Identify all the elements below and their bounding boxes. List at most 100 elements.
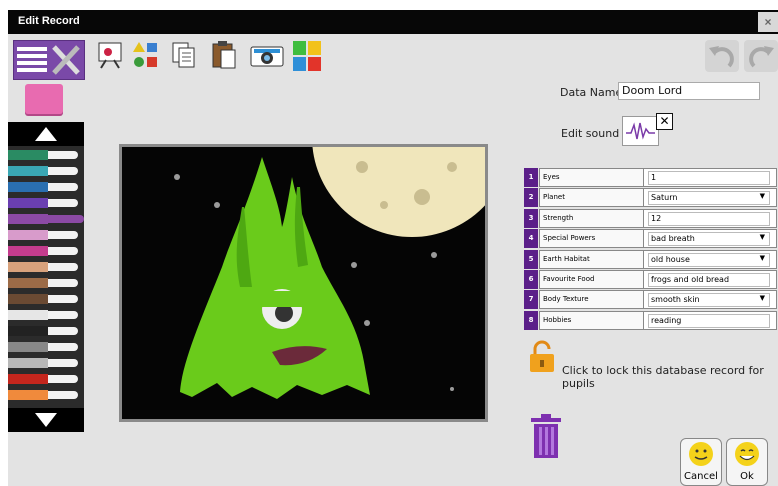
colour-marker[interactable] <box>8 166 80 176</box>
field-value-cell: Saturn ▼ <box>643 188 777 208</box>
field-row: 8 Hobbies reading <box>524 310 778 331</box>
field-number: 3 <box>524 208 538 228</box>
field-row: 6 Favourite Food frogs and old bread <box>524 269 778 290</box>
field-value-cell: 12 <box>643 208 777 228</box>
redo-button[interactable] <box>744 40 778 72</box>
field-select[interactable]: old house ▼ <box>648 252 770 267</box>
colour-marker[interactable] <box>8 390 80 400</box>
dropdown-arrow-icon: ▼ <box>759 294 765 303</box>
dropdown-arrow-icon: ▼ <box>759 253 765 262</box>
field-input[interactable]: 12 <box>648 211 770 226</box>
field-input[interactable]: reading <box>648 313 770 328</box>
edit-record-dialog: Edit Record × Data Name: Doom Lord Edit … <box>8 10 778 486</box>
marker-body <box>8 326 48 336</box>
marker-body <box>8 198 48 208</box>
ok-button[interactable]: Ok <box>726 438 768 486</box>
cancel-label: Cancel <box>684 471 718 482</box>
colour-squares-button[interactable] <box>292 40 321 71</box>
palette-scroll-up-button[interactable] <box>8 122 84 146</box>
field-name: Planet <box>539 188 645 208</box>
cancel-button[interactable]: Cancel <box>680 438 722 486</box>
colour-marker[interactable] <box>8 262 80 272</box>
colour-marker[interactable] <box>8 214 84 224</box>
up-arrow-icon <box>35 127 57 141</box>
camera-button[interactable] <box>250 40 284 70</box>
marker-body <box>8 262 48 272</box>
edit-picture-button[interactable] <box>96 40 124 70</box>
copy-button[interactable] <box>170 40 198 70</box>
padlock-icon <box>530 340 554 372</box>
marker-body <box>8 166 48 176</box>
close-button[interactable]: × <box>758 12 778 32</box>
colour-marker[interactable] <box>8 198 80 208</box>
lock-record-button[interactable] <box>529 340 555 374</box>
marker-cap <box>48 375 78 383</box>
field-number: 4 <box>524 229 538 249</box>
field-select-value: bad breath <box>651 234 695 244</box>
colour-marker[interactable] <box>8 326 80 336</box>
field-select[interactable]: bad breath ▼ <box>648 232 770 247</box>
colour-marker[interactable] <box>8 358 80 368</box>
field-name: Favourite Food <box>539 269 645 289</box>
alien-illustration <box>122 147 485 419</box>
colour-marker[interactable] <box>8 278 80 288</box>
edit-sound-button[interactable] <box>622 116 659 146</box>
field-value-cell: old house ▼ <box>643 249 777 269</box>
palette-scroll-down-button[interactable] <box>8 408 84 432</box>
colour-marker[interactable] <box>8 342 80 352</box>
field-name: Body Texture <box>539 290 645 310</box>
colour-marker[interactable] <box>8 230 80 240</box>
marker-body <box>8 342 48 352</box>
marker-cap <box>48 247 78 255</box>
marker-cap <box>48 151 78 159</box>
marker-cap <box>48 311 78 319</box>
field-input[interactable]: frogs and old bread <box>648 272 770 287</box>
delete-record-button[interactable] <box>529 414 563 460</box>
title-bar: Edit Record × <box>8 10 778 34</box>
colour-squares-icon <box>293 41 321 71</box>
undo-button[interactable] <box>705 40 739 72</box>
redo-icon <box>749 46 774 68</box>
field-name: Strength <box>539 208 645 228</box>
undo-icon <box>709 46 734 68</box>
field-select[interactable]: Saturn ▼ <box>648 191 770 206</box>
pen-tools-icon <box>17 45 80 75</box>
marker-cap <box>48 279 78 287</box>
pen-tools-button[interactable] <box>13 40 85 80</box>
data-name-input[interactable]: Doom Lord <box>618 82 760 100</box>
edit-sound-label: Edit sound <box>561 127 620 140</box>
field-row: 7 Body Texture smooth skin ▼ <box>524 290 778 310</box>
marker-cap <box>48 343 78 351</box>
marker-body <box>8 278 48 288</box>
colour-marker[interactable] <box>8 310 80 320</box>
field-number: 2 <box>524 188 538 208</box>
camera-icon <box>250 46 284 67</box>
marker-body <box>8 358 48 368</box>
shapes-button[interactable] <box>132 40 160 70</box>
colour-marker[interactable] <box>8 246 80 256</box>
eraser-button[interactable] <box>25 84 63 114</box>
edit-picture-icon <box>98 42 122 69</box>
field-select[interactable]: smooth skin ▼ <box>648 293 770 308</box>
field-input[interactable]: 1 <box>648 171 770 185</box>
colour-marker[interactable] <box>8 182 80 192</box>
marker-cap <box>48 391 78 399</box>
paste-button[interactable] <box>210 40 238 70</box>
dropdown-arrow-icon: ▼ <box>759 233 765 242</box>
marker-cap <box>48 215 84 223</box>
colour-marker[interactable] <box>8 374 80 384</box>
dialog-title: Edit Record <box>18 15 80 27</box>
colour-marker[interactable] <box>8 294 80 304</box>
field-number: 1 <box>524 168 538 187</box>
marker-body <box>8 310 48 320</box>
field-select-value: smooth skin <box>651 295 700 305</box>
record-picture[interactable] <box>119 144 488 422</box>
marker-body <box>8 246 48 256</box>
field-number: 6 <box>524 269 538 289</box>
colour-marker[interactable] <box>8 150 80 160</box>
marker-body <box>8 182 48 192</box>
field-name: Hobbies <box>539 310 645 330</box>
field-select-value: Saturn <box>651 193 678 203</box>
data-name-label: Data Name: <box>560 86 626 99</box>
remove-sound-button[interactable]: ✕ <box>656 113 673 130</box>
